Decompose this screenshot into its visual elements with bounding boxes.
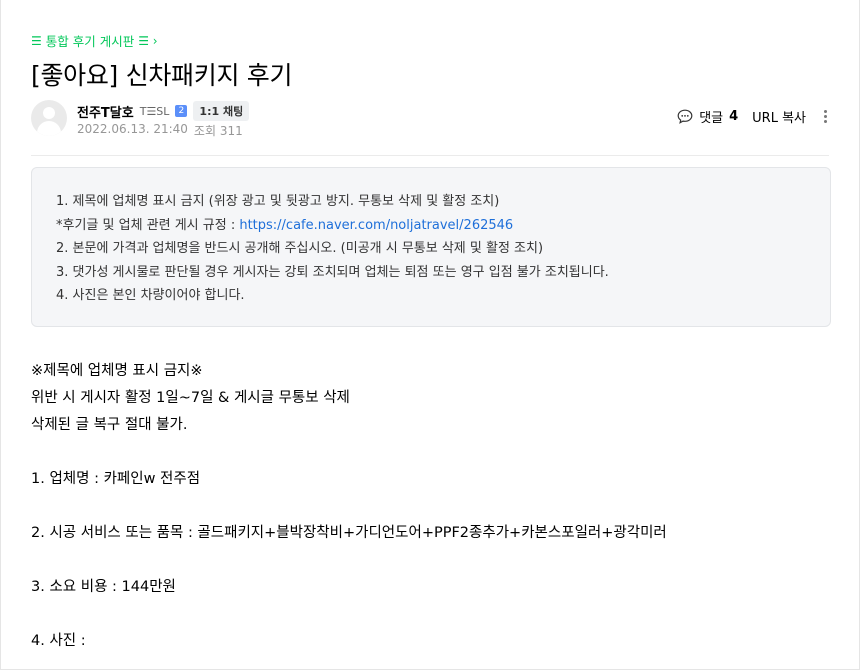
avatar[interactable]	[31, 100, 67, 136]
avatar-head	[43, 107, 55, 119]
avatar-body	[37, 121, 61, 136]
author-row: 전주T달호 T☰SL 2 1:1 채팅	[77, 101, 250, 121]
notice-rule-link[interactable]: https://cafe.naver.com/noljatravel/26254…	[239, 218, 513, 233]
author-name[interactable]: 전주T달호	[77, 102, 134, 121]
comment-icon	[677, 109, 693, 124]
notice-box: 1. 제목에 업체명 표시 금지 (위장 광고 및 뒷광고 방지. 무통보 삭제…	[31, 167, 831, 327]
more-icon[interactable]	[820, 108, 831, 125]
view-count: 조회 311	[193, 124, 243, 138]
body-line: 3. 소요 비용 : 144만원	[31, 579, 176, 595]
menu-icon: ☰	[31, 33, 42, 48]
post-tools: 댓글 4 URL 복사	[677, 107, 831, 126]
url-copy-button[interactable]: URL 복사	[752, 107, 806, 126]
post-body: ※제목에 업체명 표시 금지※ 위반 시 게시자 활정 1일~7일 & 게시글 …	[31, 358, 667, 655]
notice-line-4: 3. 댓가성 게시물로 판단될 경우 게시자는 강퇴 조치되며 업체는 퇴점 또…	[56, 264, 609, 280]
notice-line-2: *후기글 및 업체 관련 게시 규정 : https://cafe.naver.…	[56, 214, 830, 238]
chat-button[interactable]: 1:1 채팅	[193, 101, 250, 121]
comment-label: 댓글	[699, 111, 724, 126]
body-line: 1. 업체명 : 카페인w 전주점	[31, 471, 201, 487]
comment-count: 4	[729, 109, 739, 124]
notice-rule-label: *후기글 및 업체 관련 게시 규정 :	[56, 217, 240, 233]
body-line: 삭제된 글 복구 절대 불가.	[31, 417, 188, 433]
post-page: ☰ 통합 후기 게시판 ☰ › [좋아요] 신차패키지 후기 전주T달호 T☰S…	[0, 0, 860, 670]
chevron-right-icon: ☰ ›	[138, 33, 158, 48]
body-line: 2. 시공 서비스 또는 품목 : 골드패키지+블박장착비+가디언도어+PPF2…	[31, 525, 667, 541]
notice-line-3: 2. 본문에 가격과 업체명을 반드시 공개해 주십시오. (미공개 시 무통보…	[56, 241, 544, 256]
board-link-label: 통합 후기 게시판	[45, 34, 135, 49]
comment-button[interactable]: 댓글 4	[677, 107, 738, 126]
header-divider	[31, 155, 829, 156]
body-line: ※제목에 업체명 표시 금지※	[31, 363, 203, 379]
body-line: 4. 사진 :	[31, 633, 86, 649]
author-grade: T☰SL	[139, 104, 170, 118]
post-meta: 2022.06.13. 21:40 조회 311	[77, 122, 243, 139]
post-date: 2022.06.13. 21:40	[77, 122, 188, 136]
notice-line-1: 1. 제목에 업체명 표시 금지 (위장 광고 및 뒷광고 방지. 무통보 삭제…	[56, 194, 500, 209]
post-title: [좋아요] 신차패키지 후기	[31, 61, 293, 90]
grade-badge: 2	[175, 105, 188, 117]
notice-line-5: 4. 사진은 본인 차량이어야 합니다.	[56, 288, 245, 303]
body-line: 위반 시 게시자 활정 1일~7일 & 게시글 무통보 삭제	[31, 390, 350, 406]
board-link[interactable]: ☰ 통합 후기 게시판 ☰ ›	[31, 31, 158, 50]
